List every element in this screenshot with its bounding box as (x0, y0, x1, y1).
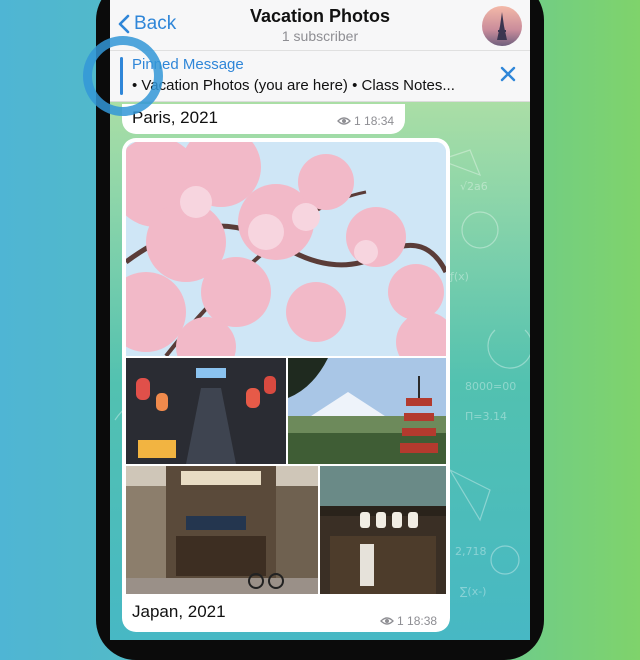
svg-text:8000=00: 8000=00 (465, 380, 516, 393)
close-pinned-button[interactable] (500, 66, 516, 87)
chat-header: Back Vacation Photos 1 subscriber (110, 0, 530, 51)
svg-text:ƒ(x): ƒ(x) (449, 270, 469, 283)
message-meta: 1 18:38 (380, 614, 437, 628)
photo-album-message[interactable]: Japan, 2021 1 18:38 (122, 138, 450, 632)
tea-house-photo[interactable] (320, 466, 446, 594)
pinned-message-bar[interactable]: Pinned Message • Vacation Photos (you ar… (110, 51, 530, 102)
street-shop-photo[interactable] (126, 466, 318, 594)
cherry-blossom-photo[interactable] (126, 142, 446, 356)
view-count: 1 (354, 114, 361, 128)
svg-text:2,718: 2,718 (455, 545, 487, 558)
channel-avatar[interactable] (482, 6, 522, 46)
night-alley-photo[interactable] (126, 358, 286, 464)
message-caption: Japan, 2021 (132, 602, 226, 621)
message-meta: 1 18:34 (337, 114, 394, 128)
channel-title[interactable]: Vacation Photos (110, 6, 530, 27)
eye-icon (380, 617, 394, 625)
tap-indicator-ring (83, 36, 163, 116)
svg-text:∑(x-): ∑(x-) (460, 585, 486, 598)
message-time: 18:38 (407, 614, 438, 628)
close-icon (500, 66, 516, 82)
pinned-text: • Vacation Photos (you are here) • Class… (132, 77, 455, 94)
message-time: 18:34 (364, 114, 395, 128)
eye-icon (337, 117, 351, 125)
subscriber-count: 1 subscriber (281, 28, 359, 44)
svg-text:√2a6: √2a6 (460, 180, 488, 193)
chat-screen: √2a6 ƒ(x) 8000=00 Π=3.14 2,718 ∑(x-) Bac… (110, 0, 530, 640)
message-caption: Paris, 2021 (132, 108, 218, 127)
view-count: 1 (397, 614, 404, 628)
mount-fuji-pagoda-photo[interactable] (288, 358, 446, 464)
svg-text:Π=3.14: Π=3.14 (465, 410, 507, 423)
message-bubble[interactable]: Paris, 2021 1 18:34 (122, 104, 405, 134)
